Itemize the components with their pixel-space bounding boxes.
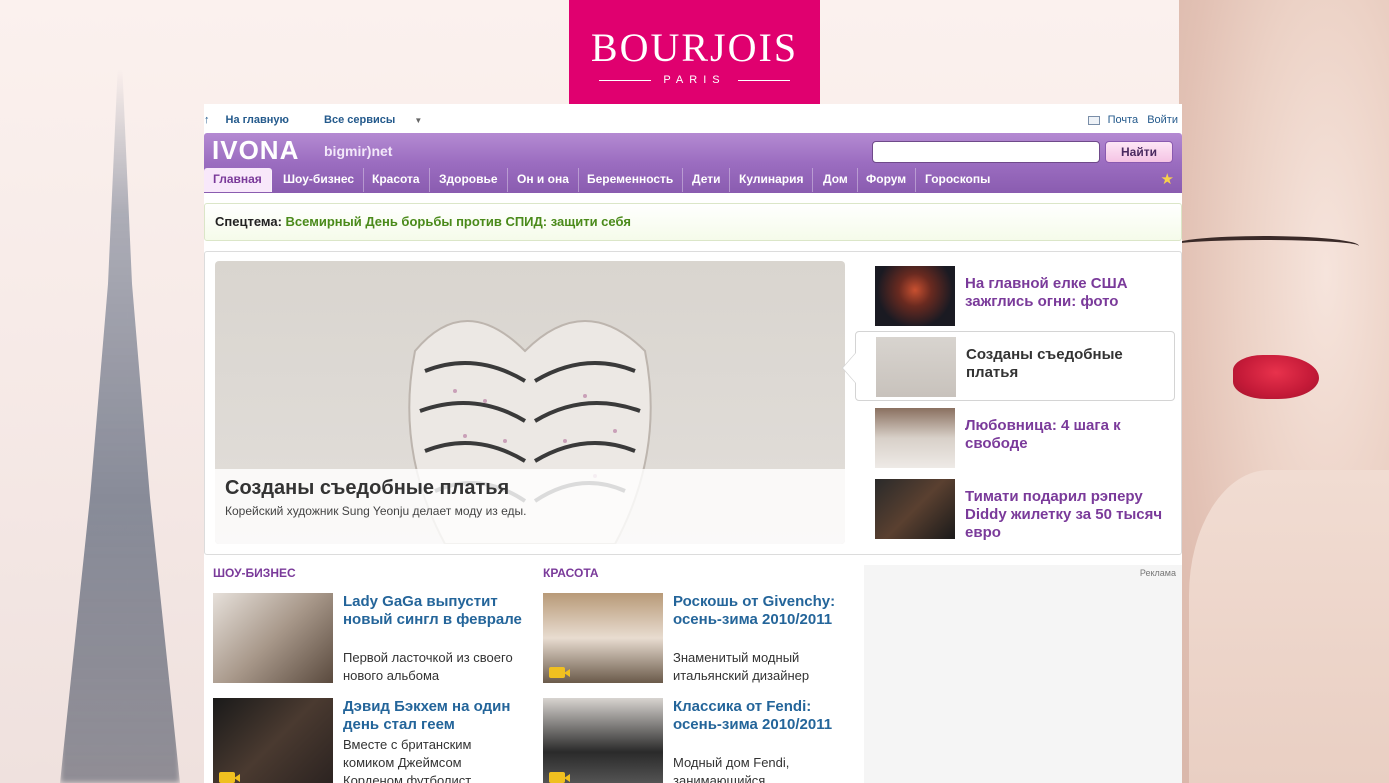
- news-description: Первой ласточкой из своего нового альбом…: [343, 650, 513, 683]
- news-title: Роскошь от Givenchy: осень-зима 2010/201…: [673, 593, 836, 628]
- section-heading-showbiz[interactable]: ШОУ-БИЗНЕС: [213, 566, 296, 580]
- featured-list-item[interactable]: Любовница: 4 шага к свободе: [855, 403, 1175, 473]
- featured-image[interactable]: Созданы съедобные платья Корейский худож…: [215, 261, 845, 544]
- news-title: Lady GaGa выпустит новый сингл в феврале: [343, 593, 522, 628]
- featured-caption: Созданы съедобные платья Корейский худож…: [215, 469, 845, 544]
- featured-list-title: Любовница: 4 шага к свободе: [965, 417, 1121, 452]
- news-item[interactable]: Роскошь от Givenchy: осень-зима 2010/201…: [543, 593, 853, 685]
- woman-thumbnail: [875, 408, 955, 468]
- home-link[interactable]: ↑ На главную: [204, 114, 305, 126]
- brand-name: BOURJOIS: [590, 25, 799, 70]
- mail-icon: [1087, 115, 1100, 125]
- video-icon: [219, 772, 240, 783]
- nav-home-decor[interactable]: Дом: [814, 168, 858, 192]
- fendi-thumbnail: [543, 698, 663, 783]
- dress-thumbnail: [876, 337, 956, 397]
- nav-pregnancy[interactable]: Беременность: [578, 168, 684, 192]
- news-item[interactable]: Lady GaGa выпустит новый сингл в феврале…: [213, 593, 523, 685]
- featured-list-title: На главной елке США зажглись огни: фото: [965, 275, 1128, 310]
- timati-thumbnail: [875, 479, 955, 539]
- featured-list-item[interactable]: На главной елке США зажглись огни: фото: [855, 261, 1175, 331]
- news-title: Классика от Fendi: осень-зима 2010/2011: [673, 698, 833, 733]
- arrow-up-icon: ↑: [204, 114, 210, 126]
- brand-sub: PARIS: [569, 74, 820, 86]
- news-description: Вместе с британским комиком Джеймсом Кор…: [343, 737, 472, 783]
- nav-beauty[interactable]: Красота: [363, 168, 430, 192]
- nav-cooking[interactable]: Кулинария: [730, 168, 814, 192]
- ad-label: Реклама: [1139, 568, 1176, 578]
- model-face-background: [1169, 0, 1389, 783]
- nav-kids[interactable]: Дети: [683, 168, 731, 192]
- featured-description: Корейский художник Sung Yeonju делает мо…: [225, 504, 527, 518]
- news-title: Дэвид Бэкхем на один день стал геем: [343, 698, 511, 733]
- nav-showbiz[interactable]: Шоу-бизнес: [274, 168, 365, 192]
- model-lips: [1233, 355, 1319, 399]
- christmas-tree-thumbnail: [875, 266, 955, 326]
- page-content: ↑ На главную Все сервисы ▼ Почта Войти IV…: [204, 104, 1182, 783]
- featured-list-title: Тимати подарил рэперу Diddy жилетку за 5…: [965, 488, 1163, 541]
- site-header: IVONA bigmir)net Найти Главная Шоу-бизне…: [204, 133, 1182, 193]
- special-topic-label: Спецтема:: [215, 214, 282, 229]
- section-heading-beauty[interactable]: КРАСОТА: [543, 566, 599, 580]
- bigmir-logo[interactable]: bigmir)net: [324, 143, 392, 159]
- beckham-thumbnail: [213, 698, 333, 783]
- nav-relationships[interactable]: Он и она: [508, 168, 579, 192]
- model-hand: [1189, 470, 1389, 783]
- all-services-link[interactable]: Все сервисы ▼: [324, 114, 438, 126]
- bourjois-banner[interactable]: BOURJOIS PARIS: [569, 0, 820, 117]
- model-eye: [1169, 236, 1359, 256]
- featured-list-title: Созданы съедобные платья: [966, 346, 1123, 381]
- nav-forum[interactable]: Форум: [857, 168, 917, 192]
- ivona-logo[interactable]: IVONA: [212, 135, 299, 166]
- caret-down-icon: ▼: [414, 116, 423, 125]
- video-icon: [549, 667, 570, 678]
- main-nav: Главная Шоу-бизнес Красота Здоровье Он и…: [204, 168, 1182, 192]
- news-item[interactable]: Дэвид Бэкхем на один день стал геем Вмес…: [213, 698, 523, 783]
- eiffel-tower-background: [60, 70, 180, 783]
- nav-health[interactable]: Здоровье: [430, 168, 508, 192]
- featured-list-item[interactable]: Тимати подарил рэперу Diddy жилетку за 5…: [855, 474, 1175, 544]
- nav-home[interactable]: Главная: [204, 168, 272, 192]
- search-input[interactable]: [872, 141, 1100, 163]
- star-icon[interactable]: ★: [1161, 170, 1174, 188]
- givenchy-thumbnail: [543, 593, 663, 683]
- ad-block[interactable]: Реклама: [864, 565, 1182, 783]
- selected-pointer: [842, 352, 856, 384]
- featured-news: Созданы съедобные платья Корейский худож…: [204, 251, 1182, 555]
- video-icon: [549, 772, 570, 783]
- mail-link[interactable]: Почта: [1082, 114, 1138, 126]
- special-topic-link[interactable]: Всемирный День борьбы против СПИД: защит…: [286, 214, 631, 229]
- news-description: Модный дом Fendi, занимающийся: [673, 755, 790, 783]
- utility-bar: ↑ На главную Все сервисы ▼ Почта Войти: [204, 114, 1182, 128]
- news-item[interactable]: Классика от Fendi: осень-зима 2010/2011 …: [543, 698, 853, 783]
- nav-horoscopes[interactable]: Гороскопы: [916, 168, 999, 192]
- lady-gaga-thumbnail: [213, 593, 333, 683]
- featured-list-item-selected[interactable]: Созданы съедобные платья: [842, 331, 1175, 401]
- news-description: Знаменитый модный итальянский дизайнер: [673, 650, 810, 683]
- special-topic-bar: Спецтема: Всемирный День борьбы против С…: [204, 203, 1182, 241]
- featured-title[interactable]: Созданы съедобные платья: [225, 477, 835, 500]
- login-link[interactable]: Войти: [1147, 114, 1178, 126]
- search-button[interactable]: Найти: [1105, 141, 1173, 163]
